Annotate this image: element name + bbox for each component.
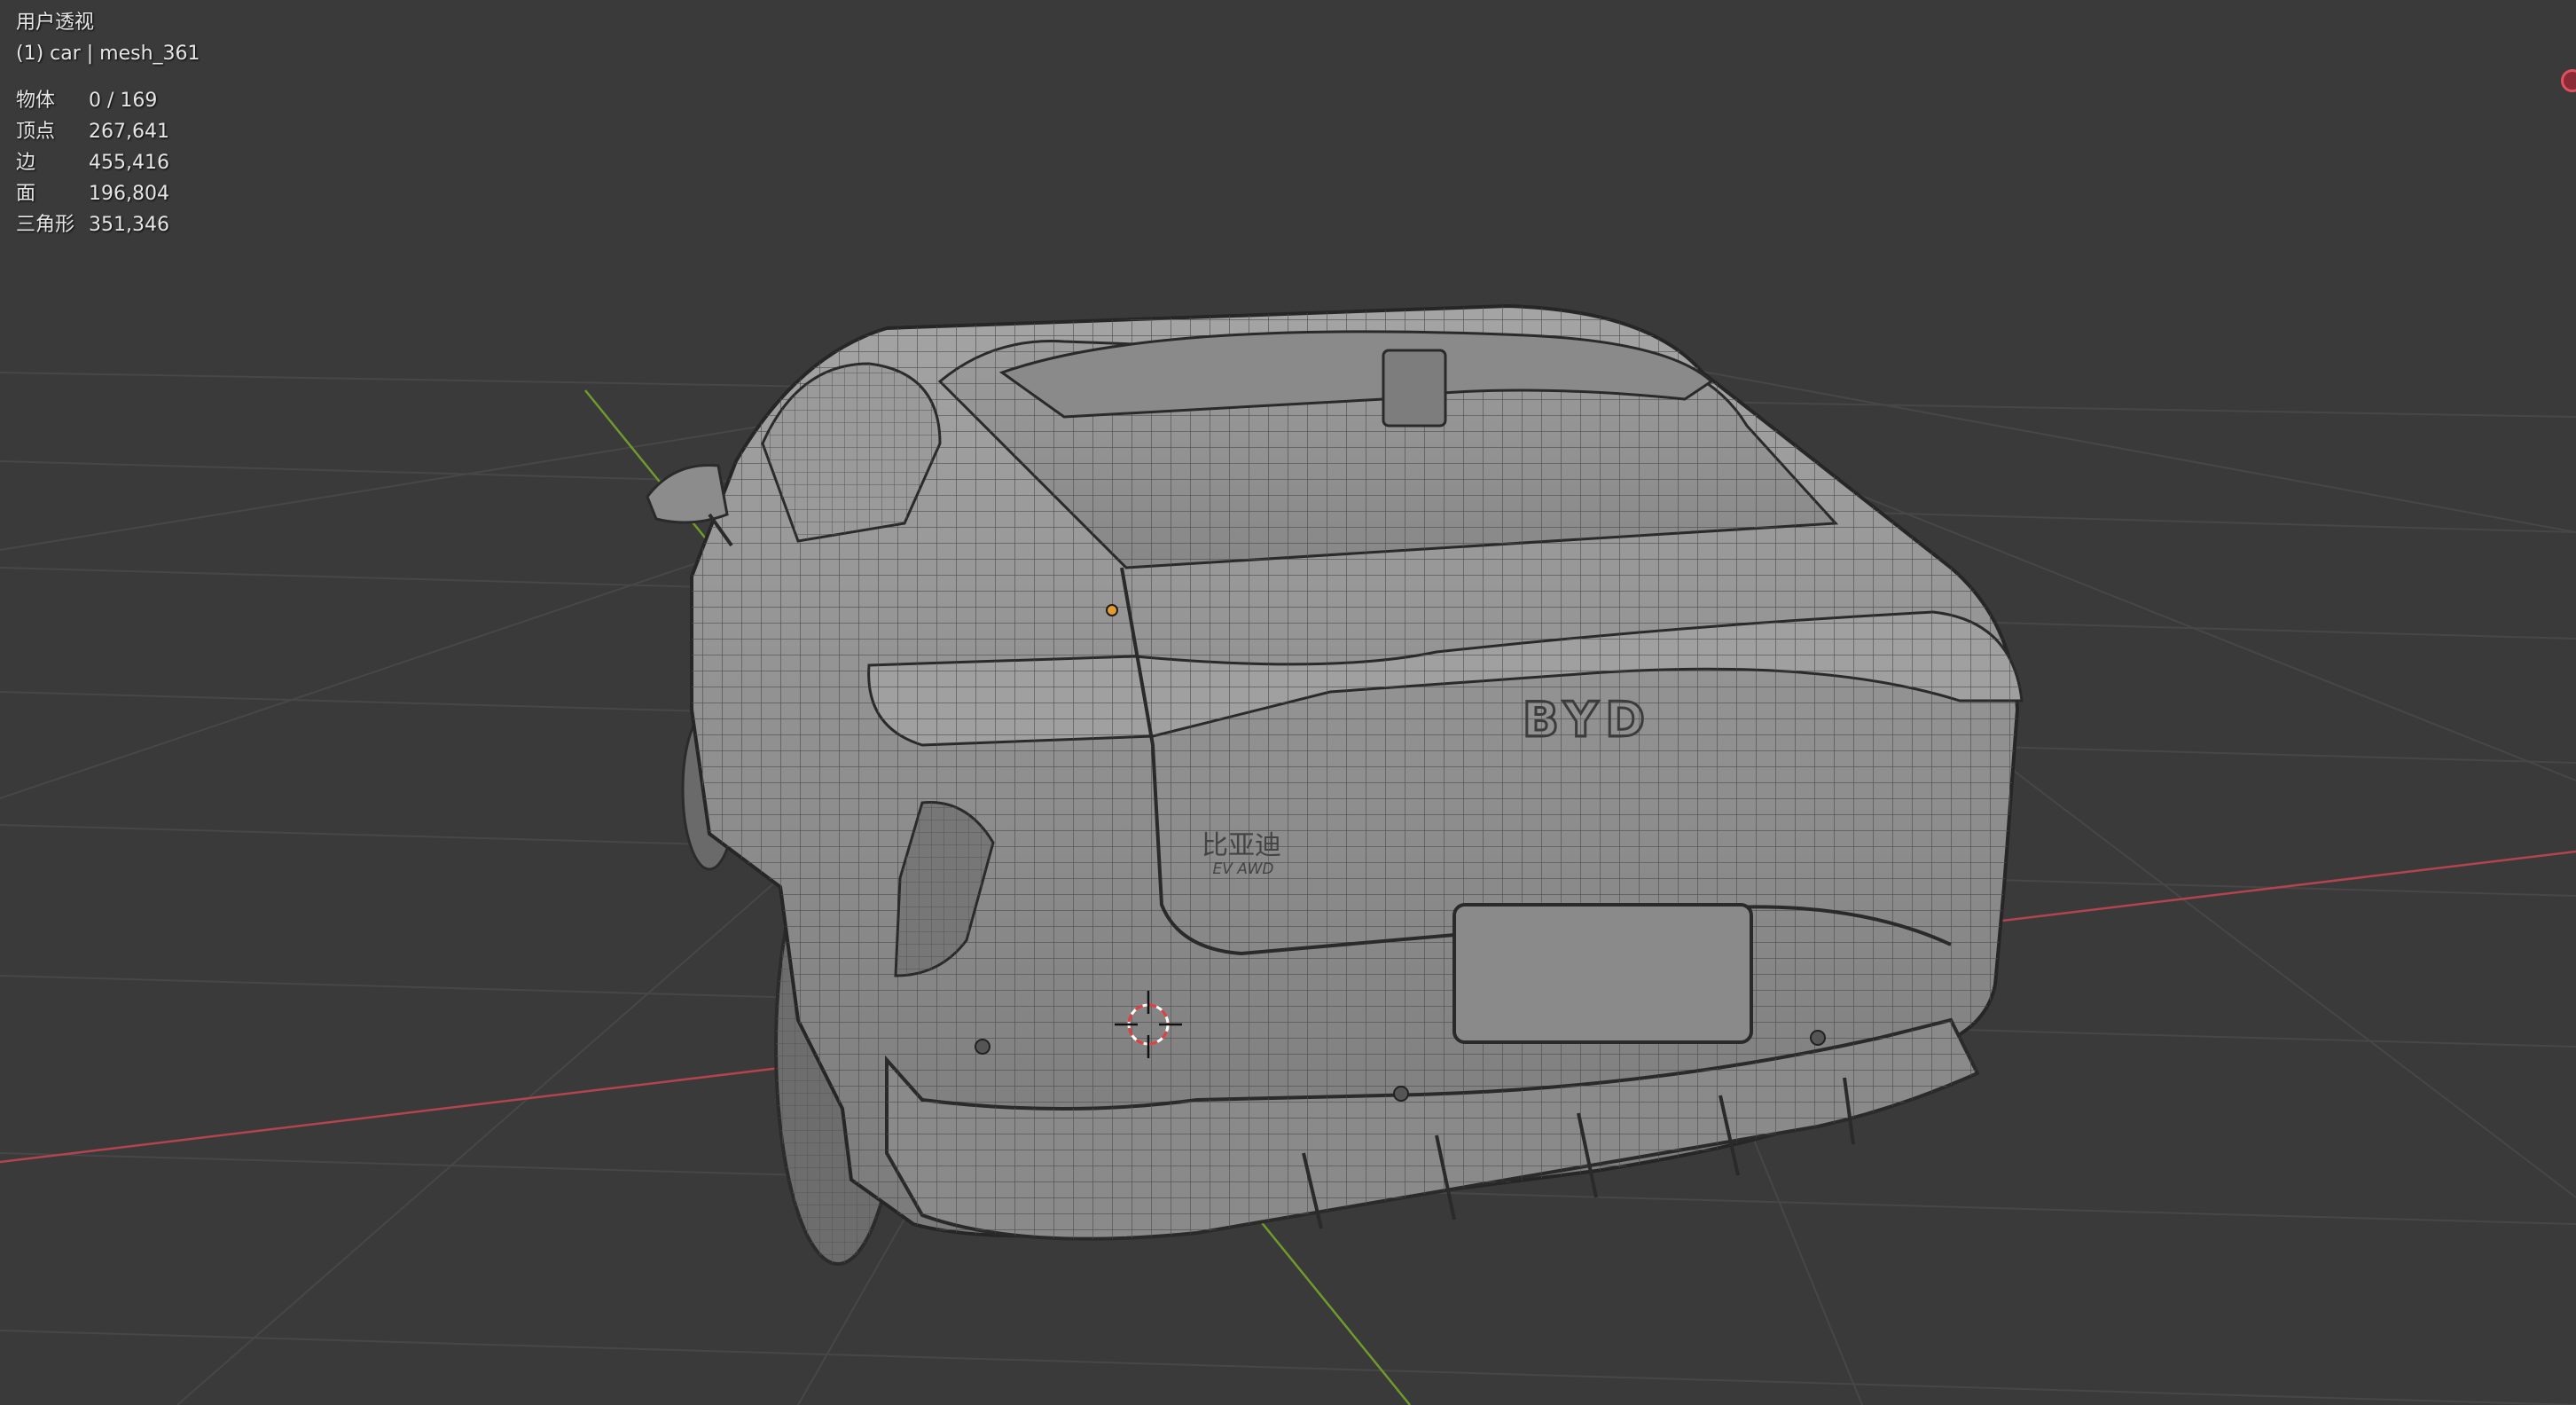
badge-cn: 比亚迪 bbox=[1202, 830, 1281, 861]
badge-model: EV AWD bbox=[1212, 860, 1273, 878]
3d-viewport[interactable]: BYD 比亚迪 EV AWD 用户透视 (1) car | mesh_361 物… bbox=[0, 0, 2576, 1405]
object-origin-dot bbox=[1106, 604, 1118, 616]
license-plate bbox=[1452, 903, 1753, 1044]
scene-canvas[interactable]: BYD 比亚迪 EV AWD bbox=[0, 0, 2576, 1405]
badge-logo: BYD bbox=[1523, 692, 1652, 748]
car-mesh[interactable]: BYD 比亚迪 EV AWD bbox=[646, 303, 2024, 1266]
